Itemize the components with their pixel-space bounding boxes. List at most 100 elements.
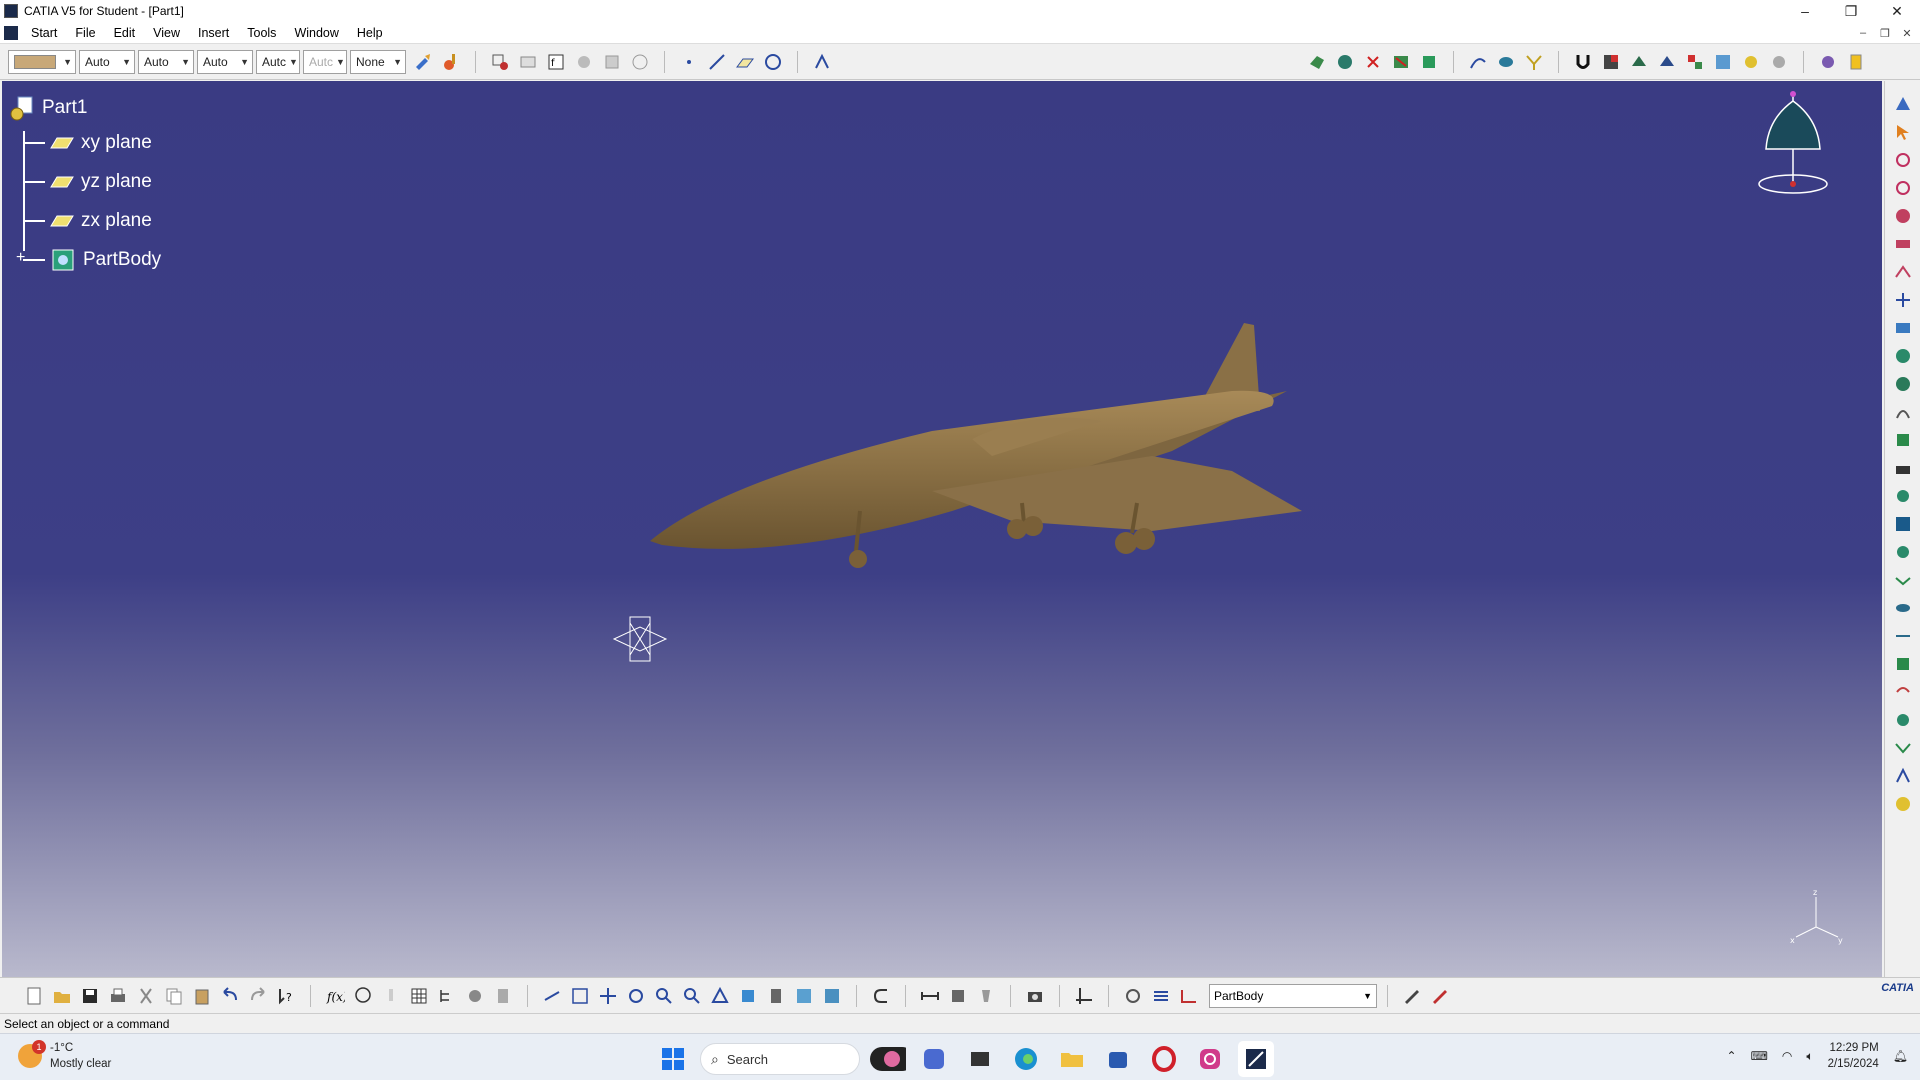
tree-root-part1[interactable]: Part1 <box>10 93 161 123</box>
zoom-in-icon[interactable] <box>653 985 675 1007</box>
environment-icon[interactable] <box>1768 51 1790 73</box>
formula-fx-icon[interactable]: f(x) <box>324 985 346 1007</box>
lighting-icon[interactable] <box>1740 51 1762 73</box>
thread-icon[interactable] <box>1892 485 1914 507</box>
redo-icon[interactable] <box>247 985 269 1007</box>
transparency-select[interactable]: Auto ▼ <box>79 49 135 74</box>
positioned-sketch-icon[interactable] <box>1892 177 1914 199</box>
circle-icon[interactable] <box>762 51 784 73</box>
thermometer-icon[interactable] <box>380 985 402 1007</box>
split-body-icon[interactable] <box>1892 513 1914 535</box>
3d-viewport[interactable]: Part1 xy plane yz plane zx plane + PartB… <box>2 81 1882 977</box>
tree-expand-icon[interactable] <box>436 985 458 1007</box>
menu-window[interactable]: Window <box>285 26 347 40</box>
measure-item-icon[interactable] <box>947 985 969 1007</box>
pocket-icon[interactable] <box>1334 51 1356 73</box>
chamfer-icon[interactable] <box>1892 373 1914 395</box>
groove-icon[interactable] <box>1892 261 1914 283</box>
sketch-icon[interactable] <box>1892 149 1914 171</box>
minimize-button[interactable]: – <box>1782 0 1828 22</box>
close-button[interactable]: ✕ <box>1874 0 1920 22</box>
capture-icon[interactable] <box>1024 985 1046 1007</box>
shading-mode-icon[interactable] <box>765 985 787 1007</box>
restore-button[interactable]: ❐ <box>1828 0 1874 22</box>
plane-icon[interactable] <box>734 51 756 73</box>
opera-browser-icon[interactable] <box>1146 1041 1182 1077</box>
tree-item-partbody[interactable]: + PartBody <box>10 240 161 279</box>
tree-item-xy-plane[interactable]: xy plane <box>10 123 161 162</box>
pad-icon[interactable] <box>1306 51 1328 73</box>
loft-icon[interactable] <box>1495 51 1517 73</box>
rotate-icon[interactable] <box>625 985 647 1007</box>
knowledge-icon[interactable] <box>629 51 651 73</box>
open-icon[interactable] <box>51 985 73 1007</box>
draft-icon[interactable] <box>1892 401 1914 423</box>
keyboard-language-icon[interactable]: ⌨ <box>1751 1049 1768 1063</box>
symmetry-icon[interactable] <box>1892 681 1914 703</box>
zoom-out-icon[interactable] <box>681 985 703 1007</box>
settings-icon[interactable] <box>1817 51 1839 73</box>
material-icon[interactable] <box>1684 51 1706 73</box>
menu-insert[interactable]: Insert <box>189 26 238 40</box>
new-icon[interactable] <box>23 985 45 1007</box>
iso-view-icon[interactable] <box>737 985 759 1007</box>
split-icon[interactable] <box>1523 51 1545 73</box>
pad-feature-icon[interactable] <box>1892 93 1914 115</box>
swap-visible-icon[interactable] <box>821 985 843 1007</box>
hide-show-icon[interactable] <box>793 985 815 1007</box>
scaling-icon[interactable] <box>1892 765 1914 787</box>
notification-bell-icon[interactable]: 🔔︎ <box>1893 1049 1908 1063</box>
pattern-icon[interactable] <box>1892 737 1914 759</box>
menu-edit[interactable]: Edit <box>105 26 145 40</box>
fly-mode-icon[interactable] <box>541 985 563 1007</box>
thick-surface-icon[interactable] <box>1892 541 1914 563</box>
measure-inertia-icon[interactable] <box>975 985 997 1007</box>
pen-icon[interactable] <box>1401 985 1423 1007</box>
tree-item-yz-plane[interactable]: yz plane <box>10 162 161 201</box>
copilot-app-icon[interactable] <box>870 1041 906 1077</box>
color-select[interactable]: ▼ <box>8 49 76 74</box>
formula-icon[interactable]: f <box>545 51 567 73</box>
menu-tools[interactable]: Tools <box>238 26 285 40</box>
shading-icon[interactable] <box>1628 51 1650 73</box>
mirror-icon[interactable] <box>1892 709 1914 731</box>
document-icon[interactable] <box>4 25 18 40</box>
task-view-icon[interactable] <box>962 1041 998 1077</box>
axis-tool-icon[interactable] <box>1073 985 1095 1007</box>
magnet-icon[interactable] <box>1572 51 1594 73</box>
pen-red-icon[interactable] <box>1429 985 1451 1007</box>
notebook-icon[interactable] <box>1845 51 1867 73</box>
sketcher-icon[interactable] <box>489 51 511 73</box>
menu-file[interactable]: File <box>66 26 104 40</box>
line-type-select[interactable]: Auto ▼ <box>197 49 253 74</box>
catia-taskbar-icon[interactable] <box>1238 1041 1274 1077</box>
delete-icon[interactable] <box>1362 51 1384 73</box>
axis-system-icon[interactable] <box>811 51 833 73</box>
fillet-icon[interactable] <box>1892 345 1914 367</box>
painter-icon[interactable] <box>412 51 434 73</box>
doc-minimize-button[interactable]: – <box>1854 25 1872 41</box>
thickness-icon[interactable] <box>1892 457 1914 479</box>
save-icon[interactable] <box>79 985 101 1007</box>
windows-start-button[interactable] <box>656 1042 690 1076</box>
measure-icon[interactable] <box>601 51 623 73</box>
table-icon[interactable] <box>408 985 430 1007</box>
copy-icon[interactable] <box>163 985 185 1007</box>
chevron-up-icon[interactable]: ⌃ <box>1727 1049 1737 1063</box>
compass-icon[interactable] <box>1748 89 1838 199</box>
remove-icon[interactable] <box>1390 51 1412 73</box>
hole-icon[interactable] <box>1892 289 1914 311</box>
taskbar-search[interactable]: ⌕ Search <box>700 1043 860 1075</box>
select-icon[interactable] <box>1892 121 1914 143</box>
edge-browser-icon[interactable] <box>1008 1041 1044 1077</box>
layers-icon[interactable] <box>1150 985 1172 1007</box>
doc-restore-button[interactable]: ❐ <box>1876 25 1894 41</box>
pocket-feature-icon[interactable] <box>1892 205 1914 227</box>
tree-item-zx-plane[interactable]: zx plane <box>10 201 161 240</box>
menu-help[interactable]: Help <box>348 26 392 40</box>
cycle-icon[interactable] <box>1122 985 1144 1007</box>
print-icon[interactable] <box>107 985 129 1007</box>
brush-icon[interactable] <box>440 51 462 73</box>
image-icon[interactable] <box>1712 51 1734 73</box>
rendering-style-select[interactable]: Autc ▼ <box>303 49 347 74</box>
